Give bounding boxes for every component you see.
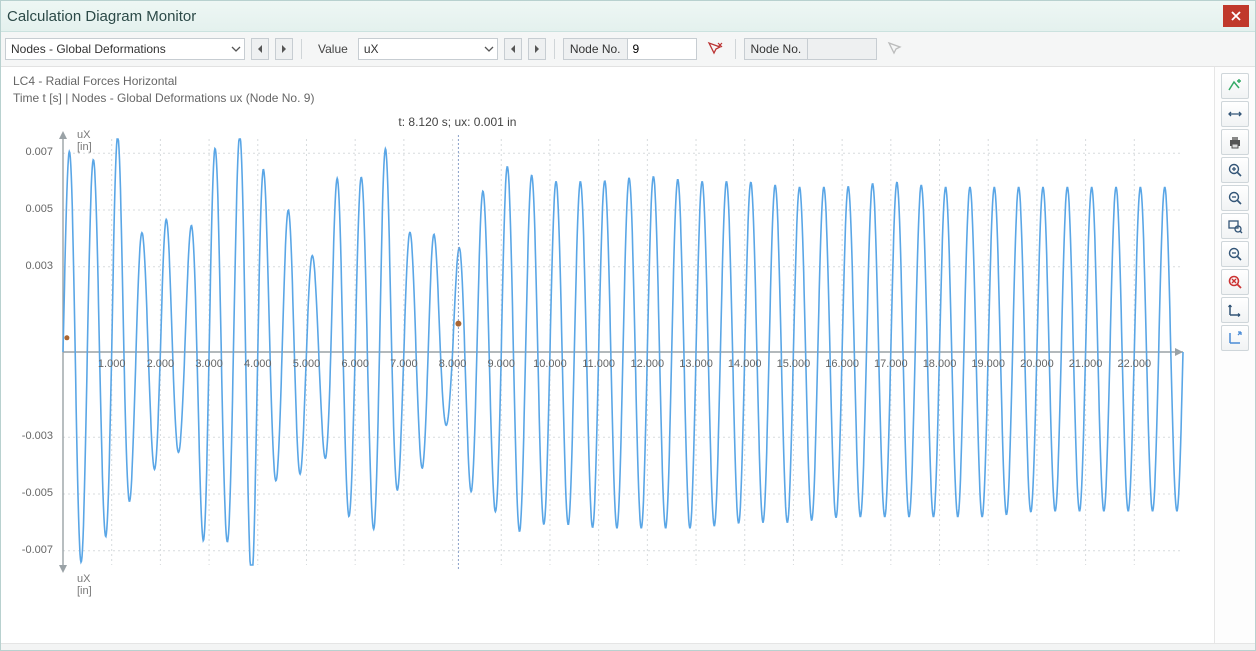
- cursor-cross-icon: [707, 41, 723, 57]
- add-line-icon: [1227, 78, 1243, 94]
- value-next-button[interactable]: [528, 38, 546, 60]
- x-tick: 1.000: [98, 358, 126, 370]
- category-dropdown[interactable]: Nodes - Global Deformations: [5, 38, 245, 60]
- x-tick: 16.000: [825, 358, 859, 370]
- separator: [554, 39, 555, 59]
- titlebar: Calculation Diagram Monitor: [1, 1, 1255, 32]
- print-icon: [1227, 134, 1243, 150]
- x-tick: 3.000: [195, 358, 223, 370]
- separator: [301, 39, 302, 59]
- calculation-diagram-window: { "window": { "title": "Calculation Diag…: [0, 0, 1256, 651]
- pick-node-button[interactable]: [703, 38, 727, 60]
- x-tick: 10.000: [533, 358, 567, 370]
- chevron-down-icon: [484, 43, 494, 55]
- x-tick: 8.000: [439, 358, 467, 370]
- x-tick: 6.000: [341, 358, 369, 370]
- x-tick: 22.000: [1117, 358, 1151, 370]
- zoom-in-icon: [1227, 162, 1243, 178]
- triangle-left-icon: [256, 44, 264, 54]
- print-tool[interactable]: [1221, 129, 1249, 155]
- category-prev-button[interactable]: [251, 38, 269, 60]
- body: LC4 - Radial Forces Horizontal Time t [s…: [1, 67, 1255, 643]
- y-tick: 0.007: [9, 146, 53, 158]
- zoom-minus-icon: [1227, 246, 1243, 262]
- axis-icon: [1227, 106, 1243, 122]
- node-input-2: [807, 38, 877, 60]
- x-tick: 5.000: [293, 358, 321, 370]
- x-tick: 12.000: [631, 358, 665, 370]
- window-title: Calculation Diagram Monitor: [7, 8, 196, 25]
- x-tick: 21.000: [1069, 358, 1103, 370]
- plot-area[interactable]: LC4 - Radial Forces Horizontal Time t [s…: [1, 67, 1214, 643]
- y-tick: -0.007: [9, 544, 53, 556]
- value-label: Value: [310, 42, 352, 56]
- axes-move-tool[interactable]: [1221, 325, 1249, 351]
- close-button[interactable]: [1223, 5, 1249, 27]
- axes-origin-tool[interactable]: [1221, 297, 1249, 323]
- x-tick: 9.000: [487, 358, 515, 370]
- reset-zoom-icon: [1227, 274, 1243, 290]
- axes-icon: [1227, 302, 1243, 318]
- node-label: Node No.: [563, 38, 627, 60]
- x-tick: 11.000: [582, 358, 615, 370]
- y-tick: -0.005: [9, 487, 53, 499]
- close-icon: [1231, 11, 1241, 21]
- separator: [735, 39, 736, 59]
- plot-svg: [1, 67, 1191, 607]
- footer: [1, 643, 1255, 650]
- node-field: Node No.: [563, 38, 697, 60]
- value-dropdown[interactable]: uX: [358, 38, 498, 60]
- x-tick: 7.000: [390, 358, 418, 370]
- axes-move-icon: [1227, 330, 1243, 346]
- toolbar: Nodes - Global Deformations Value uX Nod…: [1, 32, 1255, 67]
- chevron-down-icon: [231, 43, 241, 55]
- node-label-2: Node No.: [744, 38, 808, 60]
- add-line-tool[interactable]: [1221, 73, 1249, 99]
- y-tick: 0.005: [9, 203, 53, 215]
- x-tick: 19.000: [971, 358, 1005, 370]
- node-input[interactable]: [627, 38, 697, 60]
- zoom-window-icon: [1227, 218, 1243, 234]
- x-tick: 2.000: [147, 358, 175, 370]
- value-value: uX: [359, 42, 397, 56]
- reset-zoom-tool[interactable]: [1221, 269, 1249, 295]
- zoom-in-y-tool[interactable]: [1221, 157, 1249, 183]
- triangle-right-icon: [533, 44, 541, 54]
- x-tick: 4.000: [244, 358, 272, 370]
- zoom-out-y-tool[interactable]: [1221, 185, 1249, 211]
- zoom-out-tool[interactable]: [1221, 241, 1249, 267]
- category-next-button[interactable]: [275, 38, 293, 60]
- x-tick: 17.000: [874, 358, 908, 370]
- y-tick: -0.003: [9, 430, 53, 442]
- side-toolbar: [1214, 67, 1255, 643]
- pick-node-button-disabled: [883, 38, 907, 60]
- x-tick: 13.000: [679, 358, 713, 370]
- cursor-icon: [887, 41, 903, 57]
- x-tick: 20.000: [1020, 358, 1054, 370]
- toggle-axis-tool[interactable]: [1221, 101, 1249, 127]
- y-tick: 0.003: [9, 260, 53, 272]
- triangle-right-icon: [280, 44, 288, 54]
- zoom-window-tool[interactable]: [1221, 213, 1249, 239]
- triangle-left-icon: [509, 44, 517, 54]
- zoom-out-icon: [1227, 190, 1243, 206]
- x-tick: 18.000: [923, 358, 957, 370]
- value-prev-button[interactable]: [504, 38, 522, 60]
- node-field-2: Node No.: [744, 38, 878, 60]
- category-value: Nodes - Global Deformations: [6, 42, 184, 56]
- x-tick: 14.000: [728, 358, 762, 370]
- x-tick: 15.000: [777, 358, 811, 370]
